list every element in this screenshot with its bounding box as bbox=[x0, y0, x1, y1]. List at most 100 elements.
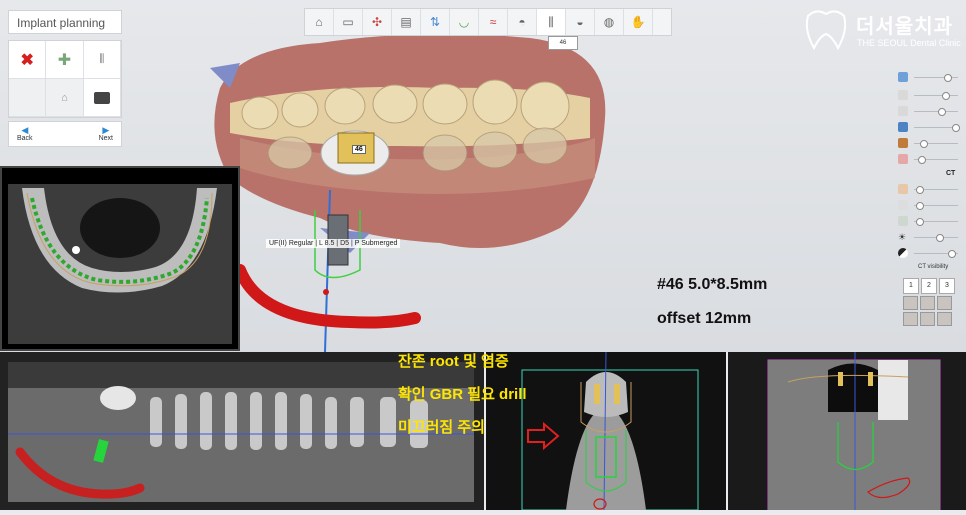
visibility-slider-4[interactable] bbox=[898, 120, 960, 134]
visibility-slider-7[interactable] bbox=[898, 182, 958, 196]
nerve-icon bbox=[898, 154, 908, 164]
implant-nerve-overlay[interactable] bbox=[230, 190, 450, 352]
ct-orient-button[interactable] bbox=[920, 312, 935, 326]
step-align[interactable]: ⇅ bbox=[421, 9, 450, 35]
layer-icon bbox=[898, 90, 908, 100]
ct-orientation-grid bbox=[903, 296, 952, 326]
abutment-icon: ⌂ bbox=[61, 91, 68, 104]
contrast-slider[interactable] bbox=[898, 246, 958, 260]
implant-number-tag: 46 bbox=[352, 145, 366, 154]
visibility-slider-3[interactable] bbox=[898, 104, 958, 118]
plus-icon: ✚ bbox=[57, 51, 72, 69]
empty-slot bbox=[9, 79, 47, 117]
ct-label: CT bbox=[946, 170, 956, 177]
arch-icon: ◡ bbox=[458, 15, 470, 29]
step-finish[interactable]: ✋ bbox=[624, 9, 653, 35]
note-line-2: 확인 GBR 필요 drill bbox=[398, 386, 527, 403]
note-line-1: 잔존 root 및 염증 bbox=[398, 353, 509, 370]
model-icon bbox=[898, 72, 908, 82]
cross-section-view-2[interactable] bbox=[728, 352, 966, 511]
add-implant-button[interactable]: ✚ bbox=[46, 41, 84, 79]
arrow-right-icon bbox=[527, 421, 560, 451]
step-patient[interactable]: ▭ bbox=[334, 9, 363, 35]
step-crown[interactable]: ◓ bbox=[508, 9, 537, 35]
layer-icon bbox=[898, 106, 908, 116]
ct-view-buttons: 1 2 3 bbox=[903, 278, 957, 294]
bone-icon bbox=[898, 138, 908, 148]
visibility-slider-9[interactable] bbox=[898, 214, 958, 228]
skin-icon bbox=[898, 184, 908, 194]
sleeve-icon bbox=[93, 91, 110, 104]
back-button[interactable]: ◀ Back bbox=[17, 122, 33, 146]
axial-ct-view[interactable] bbox=[0, 166, 240, 351]
implant-icon: ⫼ bbox=[548, 14, 554, 29]
clinic-name-kr: 더서울치과 bbox=[856, 16, 953, 38]
ct-view-3[interactable]: 3 bbox=[939, 278, 955, 294]
arrow-right-icon: ▶ bbox=[102, 125, 110, 135]
ct-visibility-label: CT visibility bbox=[918, 264, 949, 270]
arrow-left-icon: ◀ bbox=[21, 125, 29, 135]
tooth-icon bbox=[898, 200, 908, 210]
implant-button[interactable]: ⫼ bbox=[83, 41, 121, 79]
step-arch[interactable]: ◡ bbox=[450, 9, 479, 35]
nav-buttons: ◀ Back ▶ Next bbox=[8, 121, 122, 147]
implant-info-label: UF(II) Regular | L 8.5 | D5 | P Submerge… bbox=[266, 239, 401, 248]
back-label: Back bbox=[17, 135, 33, 142]
brightness-slider[interactable]: ☀ bbox=[898, 230, 958, 244]
cross-section-image-1 bbox=[521, 351, 699, 511]
tooth-align-icon: ⇅ bbox=[429, 15, 441, 29]
implant-spec-offset: offset 12mm bbox=[657, 310, 752, 327]
step-scan[interactable]: ▤ bbox=[392, 9, 421, 35]
sleeve-button[interactable] bbox=[83, 79, 121, 117]
home-button[interactable]: ⌂ bbox=[305, 9, 334, 35]
molecule-icon: ✣ bbox=[371, 15, 383, 29]
implant-icon bbox=[898, 122, 908, 132]
contrast-icon bbox=[898, 248, 908, 258]
implant-spec-size: #46 5.0*8.5mm bbox=[657, 276, 768, 293]
next-label: Next bbox=[98, 135, 113, 142]
ct-view-2[interactable]: 2 bbox=[921, 278, 937, 294]
step-implant[interactable]: ⫼ bbox=[537, 9, 566, 35]
axial-ct-image bbox=[8, 184, 232, 344]
cross-section-image-2 bbox=[767, 352, 941, 511]
note-line-3: 미끄러짐 주의 bbox=[398, 419, 485, 436]
visibility-slider-5[interactable] bbox=[898, 136, 958, 150]
hand-icon: ✋ bbox=[630, 15, 646, 29]
close-icon: ✖ bbox=[20, 51, 34, 69]
visibility-slider-8[interactable] bbox=[898, 198, 958, 212]
step-guide[interactable]: ◒ bbox=[566, 9, 595, 35]
workflow-toolbar: ⌂ ▭ ✣ ▤ ⇅ ◡ ≈ ◓ ⫼ ◒ ◍ ✋ bbox=[304, 8, 672, 36]
visibility-slider-2[interactable] bbox=[898, 88, 958, 102]
home-icon: ⌂ bbox=[315, 15, 323, 29]
nerve-icon: ≈ bbox=[489, 15, 497, 29]
step-export[interactable]: ◍ bbox=[595, 9, 624, 35]
implant-axis bbox=[324, 190, 331, 352]
tooth-logo-icon bbox=[805, 10, 847, 50]
abutment-button[interactable]: ⌂ bbox=[46, 79, 84, 117]
scan-icon: ▤ bbox=[400, 15, 412, 29]
step-segment[interactable]: ✣ bbox=[363, 9, 392, 35]
ct-orient-button[interactable] bbox=[937, 296, 952, 310]
cross-section-view-1[interactable] bbox=[486, 351, 726, 511]
implant-step-tooltip: 46 bbox=[548, 36, 578, 50]
next-button[interactable]: ▶ Next bbox=[99, 122, 113, 146]
tool-grid: ✖ ✚ ⫼ ⌂ bbox=[8, 40, 122, 118]
visibility-slider-6[interactable] bbox=[898, 152, 958, 166]
visibility-slider-1[interactable] bbox=[898, 70, 958, 84]
implant-icon: ⫼ bbox=[99, 53, 105, 65]
export-icon: ◍ bbox=[603, 15, 615, 29]
ct-orient-button[interactable] bbox=[903, 296, 918, 310]
list-check-icon: ▭ bbox=[342, 15, 354, 29]
panel-title: Implant planning bbox=[8, 10, 122, 34]
clinic-name-en: THE SEOUL Dental Clinic bbox=[857, 38, 961, 48]
tooth-icon bbox=[898, 216, 908, 226]
crown-icon: ◓ bbox=[518, 15, 526, 29]
ct-orient-button[interactable] bbox=[937, 312, 952, 326]
guide-icon: ◒ bbox=[576, 15, 584, 29]
sun-icon: ☀ bbox=[898, 232, 907, 242]
step-nerve[interactable]: ≈ bbox=[479, 9, 508, 35]
delete-button[interactable]: ✖ bbox=[9, 41, 47, 79]
ct-view-1[interactable]: 1 bbox=[903, 278, 919, 294]
ct-orient-button[interactable] bbox=[903, 312, 918, 326]
ct-orient-button[interactable] bbox=[920, 296, 935, 310]
